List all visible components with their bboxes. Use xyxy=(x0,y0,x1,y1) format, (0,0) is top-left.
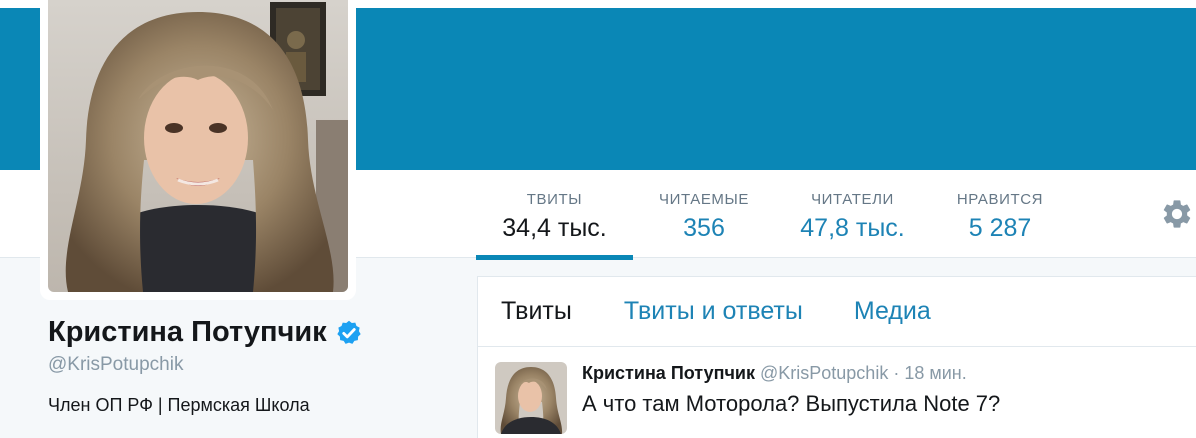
tweet-timestamp[interactable]: 18 мин. xyxy=(904,363,966,383)
profile-avatar-frame xyxy=(40,0,356,300)
stat-tweets-label: ТВИТЫ xyxy=(526,191,583,208)
profile-handle[interactable]: @KrisPotupchik xyxy=(48,354,183,376)
timeline-tabs: Твиты Твиты и ответы Медиа xyxy=(478,277,1196,347)
profile-stats: ТВИТЫ 34,4 тыс. ЧИТАЕМЫЕ 356 ЧИТАТЕЛИ 47… xyxy=(476,170,1070,260)
verified-badge-icon xyxy=(337,320,361,344)
tab-tweets-and-replies[interactable]: Твиты и ответы xyxy=(624,297,803,326)
stat-followers-label: ЧИТАТЕЛИ xyxy=(811,191,894,208)
profile-avatar[interactable] xyxy=(48,0,348,292)
stat-likes-value: 5 287 xyxy=(968,214,1032,242)
profile-name-row: Кристина Потупчик xyxy=(48,316,363,349)
tab-media[interactable]: Медиа xyxy=(854,297,931,326)
stat-tweets[interactable]: ТВИТЫ 34,4 тыс. xyxy=(476,170,633,260)
stat-likes[interactable]: НРАВИТСЯ 5 287 xyxy=(930,170,1070,260)
gear-icon[interactable] xyxy=(1160,197,1194,231)
tweet-header: Кристина Потупчик @KrisPotupchik · 18 ми… xyxy=(582,363,967,384)
profile-bio: Член ОП РФ | Пермская Школа xyxy=(48,395,310,415)
tab-tweets[interactable]: Твиты xyxy=(501,297,572,326)
tweet-item[interactable]: Кристина Потупчик @KrisPotupchik · 18 ми… xyxy=(478,347,1196,438)
profile-name[interactable]: Кристина Потупчик xyxy=(48,316,327,349)
tweet-separator: · xyxy=(893,363,900,383)
tweet-text: А что там Моторола? Выпустила Note 7? xyxy=(582,391,1001,416)
stat-likes-label: НРАВИТСЯ xyxy=(956,191,1044,208)
stat-following-value: 356 xyxy=(683,214,725,242)
stat-tweets-value: 34,4 тыс. xyxy=(502,214,607,242)
tweet-author-name[interactable]: Кристина Потупчик xyxy=(582,363,755,383)
stat-following-label: ЧИТАЕМЫЕ xyxy=(658,191,750,208)
timeline-panel: Твиты Твиты и ответы Медиа Кристина Поту… xyxy=(477,276,1196,438)
stat-following[interactable]: ЧИТАЕМЫЕ 356 xyxy=(633,170,775,260)
stat-followers-value: 47,8 тыс. xyxy=(800,214,905,242)
tweet-author-avatar[interactable] xyxy=(495,362,567,434)
stat-followers[interactable]: ЧИТАТЕЛИ 47,8 тыс. xyxy=(775,170,930,260)
tweet-author-handle[interactable]: @KrisPotupchik xyxy=(760,363,888,383)
